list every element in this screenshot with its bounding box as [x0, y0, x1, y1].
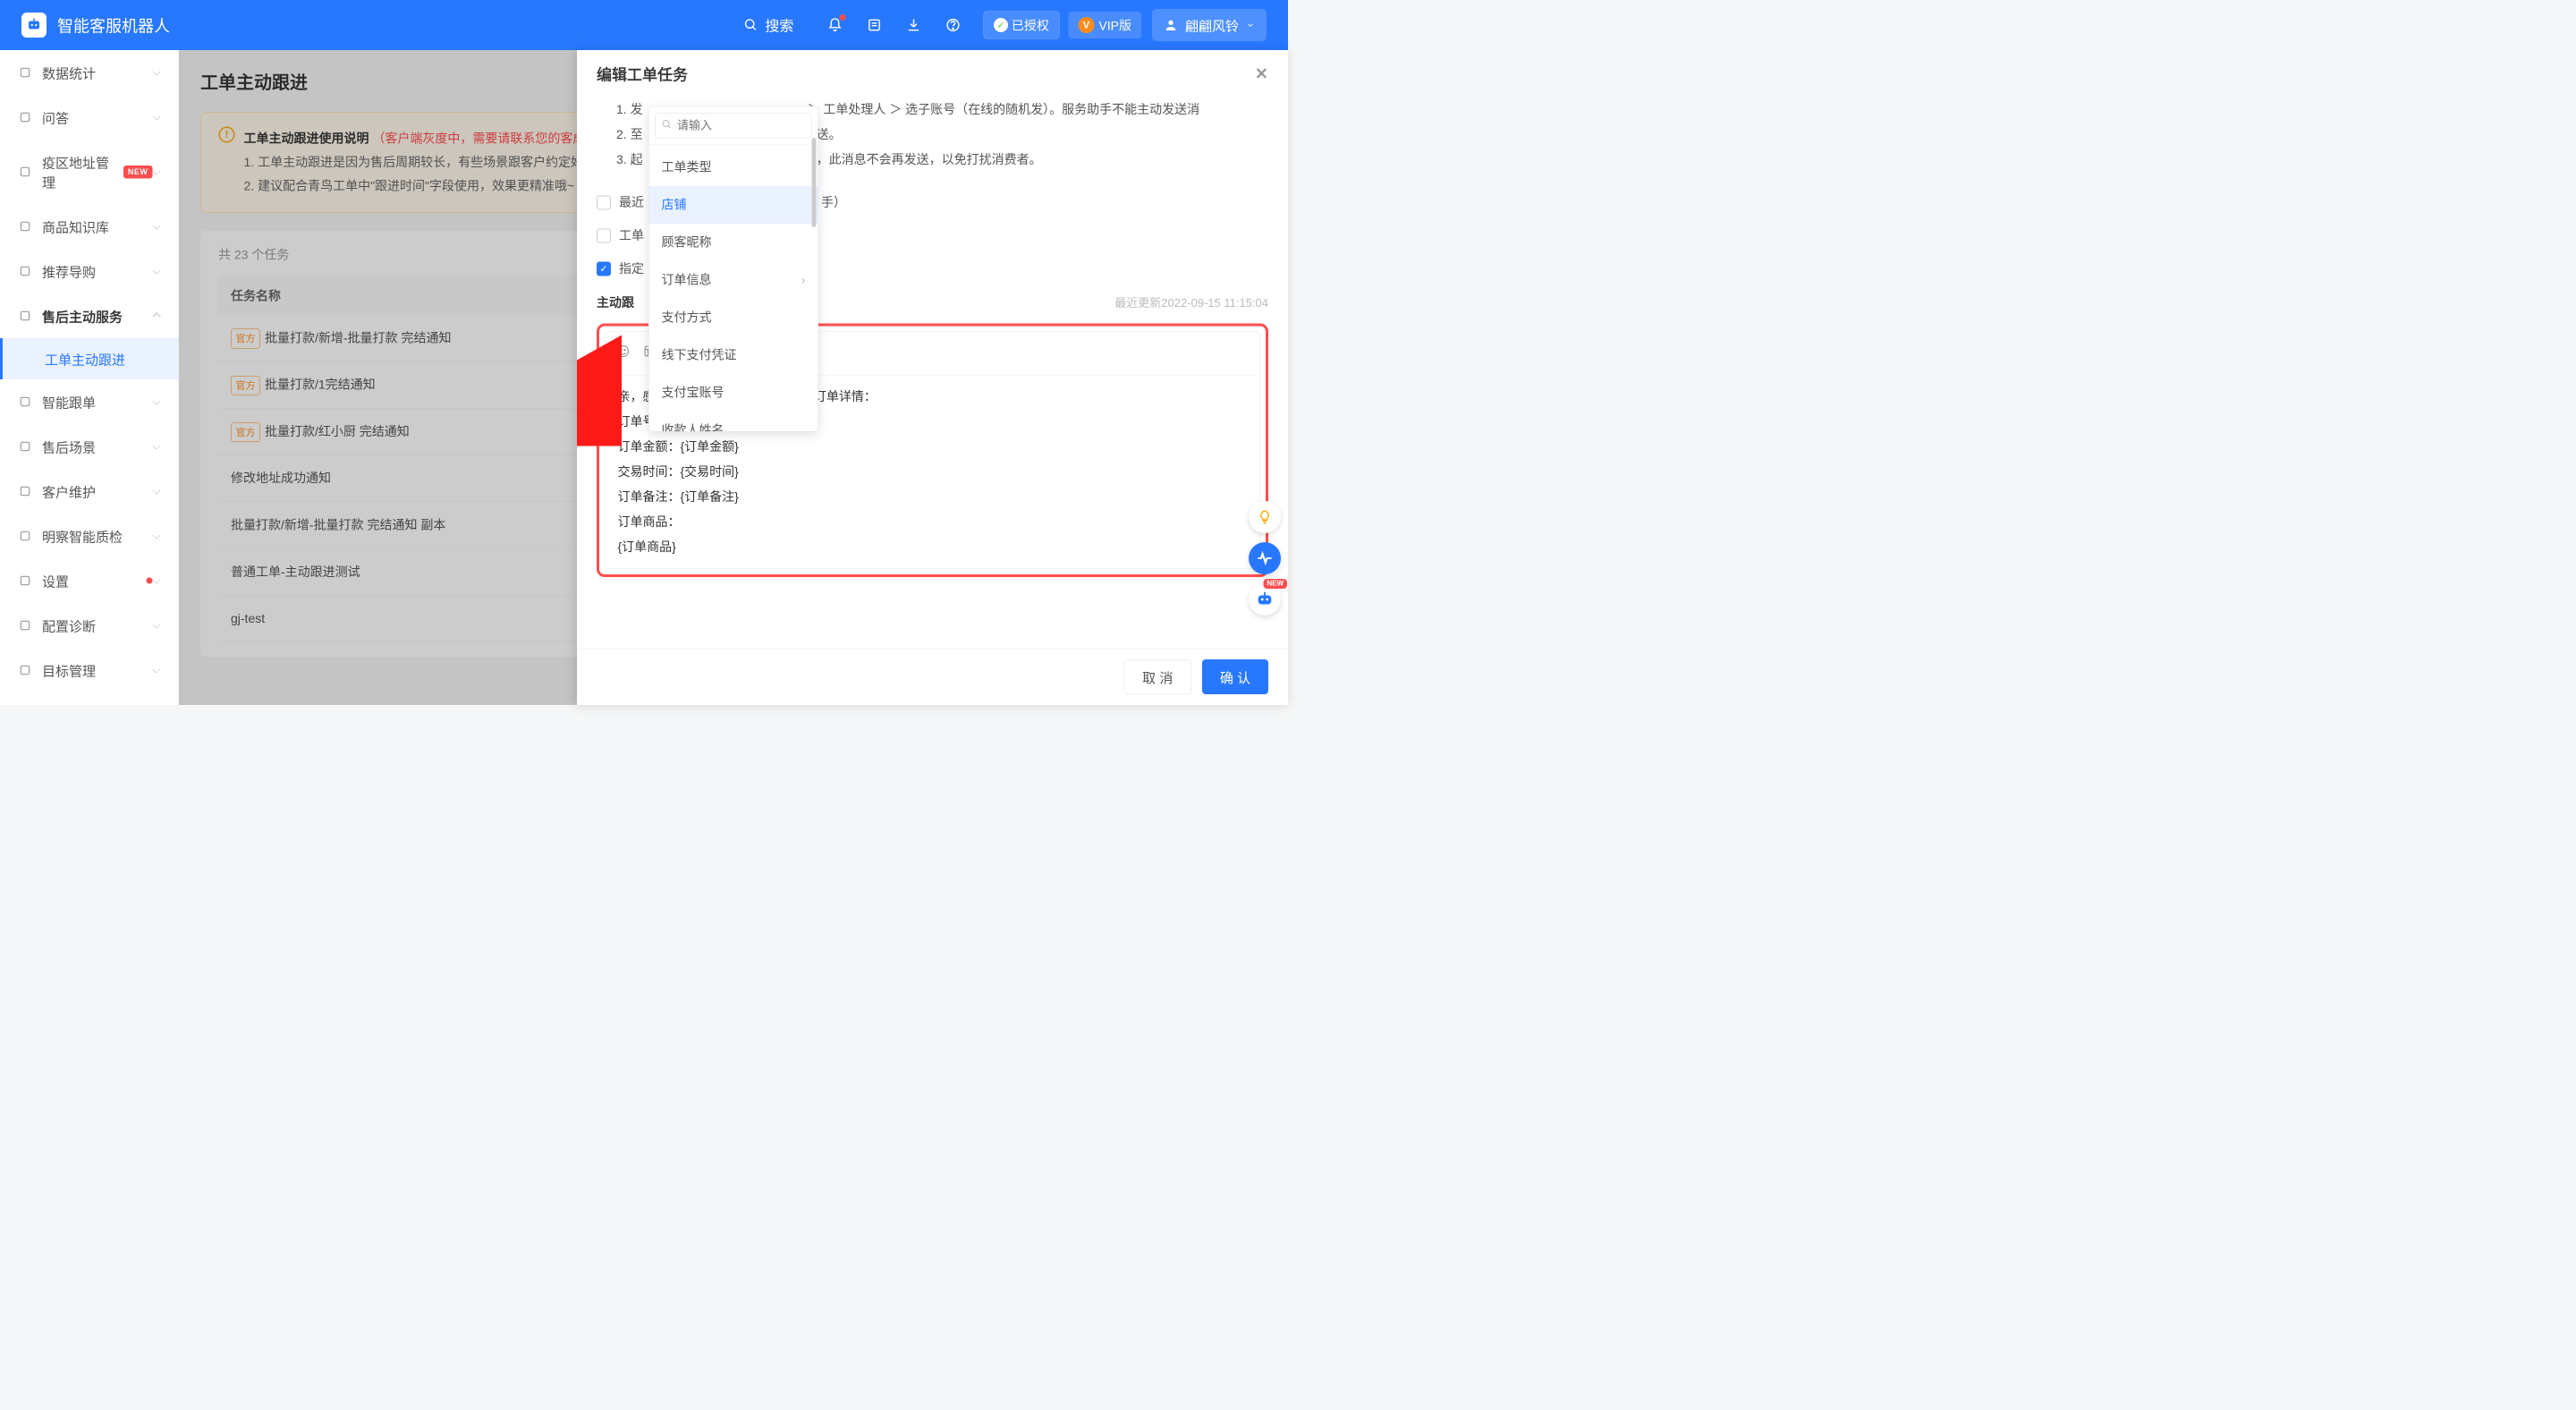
edit-task-drawer: 编辑工单任务 ✕ 1. 发 ＞ 工单处理人 ＞ 选子账号（在线的随机发）。服务助… — [577, 50, 1288, 705]
dropdown-item-1[interactable]: 店铺 — [649, 186, 818, 224]
drawer-title: 编辑工单任务 — [597, 63, 688, 85]
notification-button[interactable] — [826, 16, 843, 34]
vip-icon: V — [1078, 17, 1094, 33]
dropdown-item-5[interactable]: 线下支付凭证 — [649, 336, 818, 374]
app-header: 智能客服机器人 搜索 ✓ 已授权 V VIP — [0, 0, 1288, 50]
user-menu[interactable]: 翩翩风铃 — [1152, 9, 1267, 41]
chart-icon — [18, 65, 32, 80]
sidebar-item-4[interactable]: 推荐导购 ⌵ — [0, 249, 179, 293]
red-dot — [146, 578, 152, 584]
smile-icon — [616, 344, 631, 359]
chevron-down-icon: ⌵ — [152, 111, 160, 123]
robot-icon — [1255, 590, 1275, 609]
chevron-down-icon: ⌵ — [152, 440, 160, 453]
pin-icon — [18, 165, 32, 179]
dropdown-item-6[interactable]: 支付宝账号 — [649, 374, 818, 412]
chevron-down-icon: ⌵ — [152, 530, 160, 542]
chevron-down-icon: ⌵ — [152, 310, 160, 322]
pulse-icon — [1256, 549, 1274, 567]
chat-icon — [18, 110, 32, 124]
dropdown-search-input[interactable] — [656, 113, 812, 139]
chevron-down-icon: ⌵ — [152, 485, 160, 497]
sidebar-item-1[interactable]: 问答 ⌵ — [0, 95, 179, 140]
sidebar-item-0[interactable]: 数据统计 ⌵ — [0, 50, 179, 95]
avatar-icon — [1164, 18, 1178, 32]
sidebar-item-10[interactable]: 设置 ⌵ — [0, 558, 179, 603]
robot-icon — [26, 17, 42, 33]
chevron-down-icon — [1246, 21, 1255, 30]
sidebar-item-11[interactable]: 配置诊断 ⌵ — [0, 603, 179, 648]
chevron-down-icon: ⌵ — [152, 220, 160, 233]
checkbox-checked-icon: ✓ — [597, 262, 611, 276]
dropdown-item-2[interactable]: 顾客昵称 — [649, 224, 818, 261]
new-badge: NEW — [123, 166, 153, 179]
chevron-down-icon: ⌵ — [152, 664, 160, 676]
qc-icon — [18, 529, 32, 543]
shield-icon: ✓ — [994, 18, 1008, 32]
chevron-down-icon: ⌵ — [152, 166, 160, 178]
list-icon — [867, 18, 882, 33]
new-badge: NEW — [1263, 579, 1287, 589]
grid-icon — [18, 264, 32, 278]
chevron-down-icon: ⌵ — [152, 66, 160, 79]
variable-dropdown: 工单类型店铺顾客昵称订单信息›支付方式线下支付凭证支付宝账号收款人姓名打款金额登… — [648, 106, 818, 432]
download-icon — [906, 18, 921, 33]
help-button[interactable] — [944, 16, 962, 34]
bag-icon — [18, 219, 32, 234]
sidebar-item-12[interactable]: 目标管理 ⌵ — [0, 648, 179, 692]
chevron-down-icon: ⌵ — [152, 574, 160, 587]
target-icon — [18, 663, 32, 677]
search-button[interactable]: 搜索 — [733, 15, 804, 36]
sidebar-item-2[interactable]: 疫区地址管理 NEW ⌵ — [0, 140, 179, 204]
sidebar-item-9[interactable]: 明察智能质检 ⌵ — [0, 514, 179, 558]
doc-icon — [18, 395, 32, 409]
tip-button[interactable] — [1249, 501, 1281, 533]
sidebar: 数据统计 ⌵ 问答 ⌵ 疫区地址管理 NEW ⌵ 商品知识库 ⌵ 推荐导购 ⌵ … — [0, 50, 179, 705]
app-logo — [21, 13, 47, 38]
chevron-down-icon: ⌵ — [152, 265, 160, 277]
gear-icon — [18, 573, 32, 588]
last-updated: 最近更新2022-09-15 11:15:04 — [1114, 292, 1268, 315]
confirm-button[interactable]: 确 认 — [1202, 659, 1268, 694]
scene-icon — [18, 439, 32, 454]
assistant-button[interactable]: NEW — [1249, 583, 1281, 616]
chevron-down-icon: ⌵ — [152, 395, 160, 408]
search-label: 搜索 — [765, 15, 793, 36]
sidebar-sub-active[interactable]: 工单主动跟进 — [0, 338, 179, 379]
chevron-right-icon: › — [801, 268, 806, 293]
floating-actions: NEW — [1249, 501, 1281, 616]
sidebar-item-7[interactable]: 售后场景 ⌵ — [0, 424, 179, 469]
auth-badge[interactable]: ✓ 已授权 — [983, 12, 1059, 39]
people-icon — [18, 484, 32, 498]
help-icon — [945, 18, 961, 33]
app-title: 智能客服机器人 — [57, 13, 170, 37]
sidebar-item-3[interactable]: 商品知识库 ⌵ — [0, 204, 179, 249]
sidebar-item-13[interactable]: 王牌教练 ⌵ — [0, 692, 179, 705]
chevron-down-icon: ⌵ — [152, 619, 160, 632]
dropdown-item-4[interactable]: 支付方式 — [649, 299, 818, 336]
bulb-icon — [1257, 509, 1273, 525]
service-icon — [18, 309, 32, 323]
vip-badge[interactable]: V VIP版 — [1068, 12, 1141, 38]
diag-icon — [18, 618, 32, 633]
dropdown-item-3[interactable]: 订单信息› — [649, 261, 818, 299]
dropdown-scrollbar[interactable] — [812, 138, 817, 227]
sidebar-item-5[interactable]: 售后主动服务 ⌵ — [0, 293, 179, 338]
sidebar-item-8[interactable]: 客户维护 ⌵ — [0, 469, 179, 514]
search-icon — [662, 114, 673, 137]
analytics-button[interactable] — [1249, 542, 1281, 574]
dropdown-item-0[interactable]: 工单类型 — [649, 149, 818, 186]
dropdown-item-7[interactable]: 收款人姓名 — [649, 412, 818, 431]
task-button[interactable] — [865, 16, 883, 34]
notification-dot — [839, 14, 845, 21]
search-icon — [743, 18, 758, 32]
cancel-button[interactable]: 取 消 — [1124, 659, 1191, 694]
close-button[interactable]: ✕ — [1255, 64, 1268, 83]
download-button[interactable] — [904, 16, 922, 34]
sidebar-item-6[interactable]: 智能跟单 ⌵ — [0, 379, 179, 424]
emoji-button[interactable] — [616, 339, 631, 368]
